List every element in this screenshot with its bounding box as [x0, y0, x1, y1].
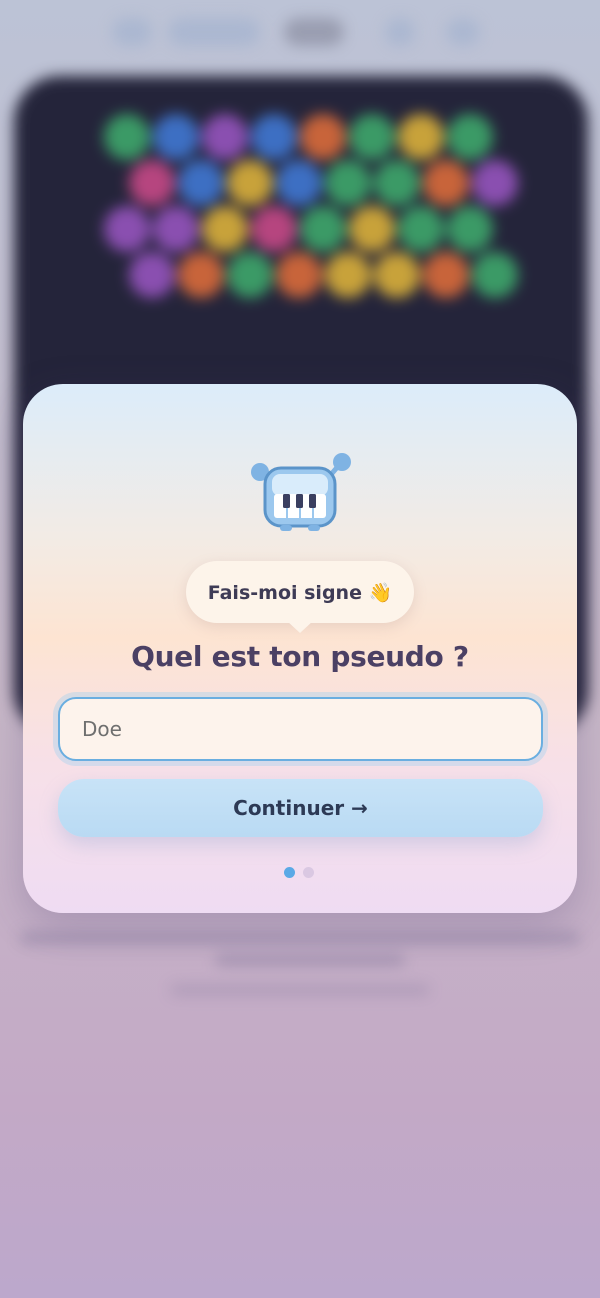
page-dot-2	[303, 867, 314, 878]
background-bubble	[324, 160, 371, 206]
background-bubble	[251, 206, 297, 252]
background-bubble	[422, 252, 469, 298]
background-bubble	[447, 206, 493, 252]
background-bubble	[471, 252, 518, 298]
background-top-bar	[0, 0, 600, 70]
background-bubble	[226, 160, 273, 206]
background-bubble	[398, 114, 444, 160]
page-title: Quel est ton pseudo ?	[131, 640, 469, 673]
background-bubble	[104, 206, 150, 252]
speech-bubble: Fais-moi signe 👋	[186, 561, 414, 633]
background-bubble	[349, 114, 395, 160]
background-footer-text	[0, 920, 600, 1010]
background-bubble	[202, 206, 248, 252]
background-bubble	[177, 252, 224, 298]
background-bubble	[300, 114, 346, 160]
background-bubble	[447, 114, 493, 160]
background-bubble	[153, 114, 199, 160]
continue-button[interactable]: Continuer →	[58, 779, 543, 837]
background-bubble	[226, 252, 273, 298]
background-bubble	[324, 252, 371, 298]
background-bubble	[177, 160, 224, 206]
background-bubble	[349, 206, 395, 252]
background-bubble	[251, 114, 297, 160]
background-bubble	[398, 206, 444, 252]
background-bubble	[300, 206, 346, 252]
background-bubble	[275, 252, 322, 298]
background-bubble	[202, 114, 248, 160]
background-bubble	[104, 114, 150, 160]
background-bubble	[275, 160, 322, 206]
background-bubble	[153, 206, 199, 252]
page-dot-1	[284, 867, 295, 878]
background-bubble	[373, 252, 420, 298]
username-input[interactable]	[58, 697, 543, 761]
background-bubble	[422, 160, 469, 206]
pagination-dots	[284, 867, 314, 878]
background-bubble	[471, 160, 518, 206]
background-bubble	[128, 160, 175, 206]
background-bubble	[128, 252, 175, 298]
piano-robot-icon	[251, 453, 351, 531]
background-bubble	[373, 160, 420, 206]
